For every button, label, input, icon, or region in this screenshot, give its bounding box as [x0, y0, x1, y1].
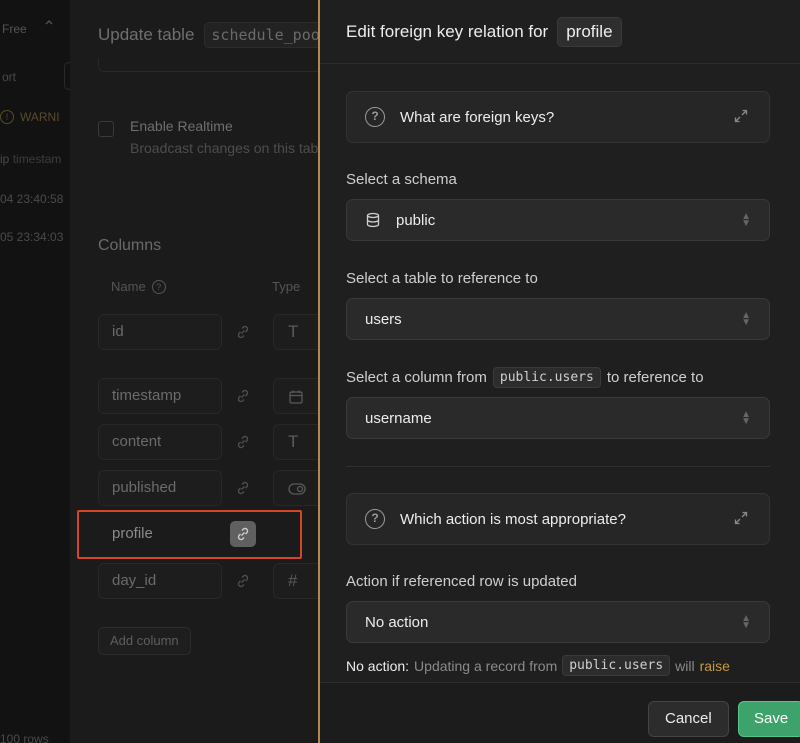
table-value: users: [365, 310, 402, 328]
link-icon[interactable]: [230, 383, 256, 409]
link-icon[interactable]: [230, 568, 256, 594]
rows-count: 100 rows: [0, 732, 49, 743]
expand-icon[interactable]: [733, 510, 751, 528]
chevron-up-down-icon: ▲ ▼: [741, 409, 751, 427]
section-divider: [346, 466, 770, 467]
toggle-icon: [288, 482, 306, 495]
note-code: public.users: [562, 655, 671, 676]
chevron-up-down-icon: ▲ ▼: [741, 613, 751, 631]
column-type-select[interactable]: [273, 378, 320, 414]
question-icon: ?: [365, 509, 385, 529]
column-value: username: [365, 409, 432, 427]
column-name-input[interactable]: id: [98, 314, 222, 350]
realtime-title: Enable Realtime: [130, 118, 233, 134]
question-icon: ?: [365, 107, 385, 127]
note-bold: No action:: [346, 657, 410, 674]
column-name-input[interactable]: content: [98, 424, 222, 460]
action-note: No action: Updating a record from public…: [346, 655, 730, 676]
foreign-keys-help-accordion[interactable]: ? What are foreign keys?: [346, 91, 770, 143]
note-raise: raise: [699, 657, 730, 674]
action-help-accordion[interactable]: ? Which action is most appropriate?: [346, 493, 770, 545]
column-name-input[interactable]: published: [98, 470, 222, 506]
database-icon: [365, 212, 381, 228]
add-column-button[interactable]: Add column: [98, 627, 191, 655]
ip-value: timestam: [12, 152, 62, 166]
update-action-value: No action: [365, 613, 429, 631]
column-label-prefix: Select a column from: [346, 369, 487, 386]
column-type-select[interactable]: T: [273, 424, 320, 460]
note-text: Updating a record from: [414, 657, 558, 674]
cancel-button[interactable]: Cancel: [648, 701, 729, 737]
note-will: will: [675, 657, 695, 674]
schema-value: public: [396, 211, 436, 229]
column-name-input[interactable]: timestamp: [98, 378, 222, 414]
column-label-code: public.users: [492, 367, 601, 388]
link-icon[interactable]: [230, 429, 256, 455]
column-tag: profile: [557, 16, 622, 47]
column-select[interactable]: username ▲ ▼: [346, 397, 770, 439]
column-type-select[interactable]: T: [273, 314, 320, 350]
link-icon[interactable]: [230, 319, 256, 345]
schema-select[interactable]: public ▲ ▼: [346, 199, 770, 241]
update-action-label: Action if referenced row is updated: [346, 573, 577, 590]
highlight-annotation: [77, 510, 302, 559]
table-name-tag: schedule_pool: [204, 22, 320, 48]
expand-icon[interactable]: [733, 108, 751, 126]
ip-row: ip timestam: [0, 152, 61, 166]
sort-label: ort: [2, 70, 17, 84]
timestamp-1: 04 23:40:58: [0, 192, 64, 206]
realtime-option[interactable]: Enable Realtime Broadcast changes on thi…: [98, 118, 320, 156]
panel-footer: Cancel Save: [320, 682, 800, 743]
chevron-up-down-icon: ▲ ▼: [741, 310, 751, 328]
app-root: Free ort ! WARNI ip timestam 04 23:40:58…: [0, 0, 800, 743]
header-name-label: Name: [111, 279, 146, 294]
update-table-title: Update table: [98, 25, 195, 44]
accordion-label: What are foreign keys?: [400, 108, 555, 126]
description-field-edge: [98, 58, 320, 72]
warning-badge: ! WARNI: [0, 110, 60, 124]
calendar-icon: [289, 390, 303, 404]
column-type-select[interactable]: [273, 470, 320, 506]
plan-label: Free: [2, 22, 27, 36]
chevron-up-down-icon: ▲ ▼: [741, 211, 751, 229]
foreign-key-panel: Edit foreign key relation for profile ? …: [318, 0, 800, 743]
background-strip: Free ort ! WARNI ip timestam 04 23:40:58…: [0, 0, 70, 743]
link-icon[interactable]: [230, 475, 256, 501]
realtime-subtitle: Broadcast changes on this table: [130, 140, 320, 156]
ip-label: ip: [0, 152, 10, 166]
warning-icon: !: [0, 110, 14, 124]
timestamp-2: 05 23:34:03: [0, 230, 64, 244]
column-name-input[interactable]: day_id: [98, 563, 222, 599]
warning-label: WARNI: [20, 110, 60, 124]
help-icon[interactable]: ?: [151, 279, 166, 294]
panel-header: Edit foreign key relation for profile: [320, 0, 800, 64]
column-label-suffix: to reference to: [606, 369, 704, 386]
update-action-select[interactable]: No action ▲ ▼: [346, 601, 770, 643]
columns-header-name: Name ?: [111, 279, 166, 294]
update-table-panel: Update table schedule_pool Enable Realti…: [70, 0, 320, 743]
update-table-header: Update table schedule_pool: [98, 22, 320, 48]
columns-header-type: Type: [272, 279, 301, 294]
save-button[interactable]: Save: [738, 701, 800, 737]
columns-title: Columns: [98, 237, 162, 254]
realtime-checkbox[interactable]: [98, 121, 114, 137]
column-type-select[interactable]: #: [273, 563, 320, 599]
accordion-label: Which action is most appropriate?: [400, 510, 626, 528]
table-label: Select a table to reference to: [346, 270, 538, 287]
table-select[interactable]: users ▲ ▼: [346, 298, 770, 340]
plan-expand-icon: [42, 16, 58, 32]
panel-title: Edit foreign key relation for: [346, 21, 549, 41]
schema-label: Select a schema: [346, 171, 457, 188]
column-label: Select a column from public.users to ref…: [346, 367, 704, 388]
